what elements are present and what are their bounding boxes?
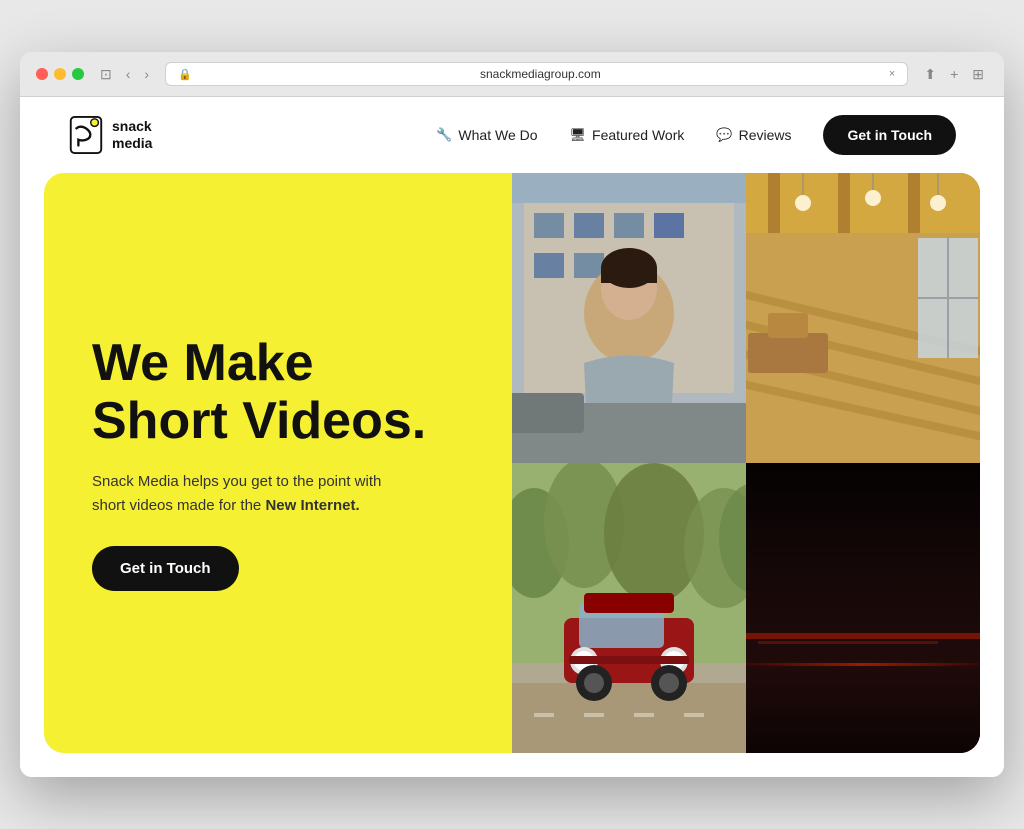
browser-window: ⊡ ‹ › 🔒 snackmediagroup.com × ⬆ + ⊞ bbox=[20, 52, 1004, 777]
maximize-button[interactable] bbox=[72, 68, 84, 80]
hero-inner: We Make Short Videos. Snack Media helps … bbox=[44, 173, 980, 753]
logo-text: snack media bbox=[112, 118, 152, 152]
browser-actions: ⬆ + ⊞ bbox=[920, 64, 988, 85]
address-bar[interactable]: 🔒 snackmediagroup.com × bbox=[165, 62, 908, 86]
hero-image-interior bbox=[746, 173, 980, 463]
sidebar-toggle[interactable]: ⊡ bbox=[96, 64, 116, 85]
hero-subtitle: Snack Media helps you get to the point w… bbox=[92, 470, 412, 518]
minimize-button[interactable] bbox=[54, 68, 66, 80]
nav-reviews[interactable]: 💬 Reviews bbox=[716, 127, 791, 143]
nav-what-we-do[interactable]: 🔧 What We Do bbox=[436, 127, 537, 143]
person-image-svg bbox=[512, 173, 746, 463]
grid-button[interactable]: ⊞ bbox=[968, 64, 988, 85]
car-image-svg bbox=[512, 463, 746, 753]
website-content: snack media 🔧 What We Do 🖥 Featured Work… bbox=[20, 97, 1004, 777]
hero-title: We Make Short Videos. bbox=[92, 335, 464, 449]
dark-image-svg bbox=[746, 463, 980, 753]
close-button[interactable] bbox=[36, 68, 48, 80]
lock-icon: 🔒 bbox=[178, 68, 192, 81]
hero-image-person bbox=[512, 173, 746, 463]
tab-close-icon[interactable]: × bbox=[889, 68, 895, 80]
forward-button[interactable]: › bbox=[140, 64, 153, 84]
back-button[interactable]: ‹ bbox=[122, 64, 135, 84]
navigation: snack media 🔧 What We Do 🖥 Featured Work… bbox=[20, 97, 1004, 173]
chat-icon: 💬 bbox=[716, 127, 732, 143]
logo-icon bbox=[68, 115, 104, 155]
browser-titlebar: ⊡ ‹ › 🔒 snackmediagroup.com × ⬆ + ⊞ bbox=[20, 52, 1004, 97]
hero-left-content: We Make Short Videos. Snack Media helps … bbox=[44, 173, 512, 753]
nav-featured-work[interactable]: 🖥 Featured Work bbox=[570, 127, 685, 143]
hero-image-car bbox=[512, 463, 746, 753]
url-text: snackmediagroup.com bbox=[200, 67, 881, 81]
traffic-lights bbox=[36, 68, 84, 80]
share-button[interactable]: ⬆ bbox=[920, 64, 940, 85]
logo[interactable]: snack media bbox=[68, 115, 152, 155]
hero-section: We Make Short Videos. Snack Media helps … bbox=[20, 173, 1004, 777]
browser-controls: ⊡ ‹ › bbox=[96, 64, 153, 85]
hero-image-dark bbox=[746, 463, 980, 753]
nav-get-in-touch-button[interactable]: Get in Touch bbox=[823, 115, 956, 155]
hero-image-grid bbox=[512, 173, 980, 753]
nav-links: 🔧 What We Do 🖥 Featured Work 💬 Reviews G… bbox=[436, 115, 956, 155]
hero-get-in-touch-button[interactable]: Get in Touch bbox=[92, 546, 239, 591]
monitor-icon: 🖥 bbox=[570, 127, 587, 143]
wrench-icon: 🔧 bbox=[436, 127, 452, 143]
interior-image-svg bbox=[746, 173, 980, 463]
new-tab-button[interactable]: + bbox=[946, 64, 962, 84]
